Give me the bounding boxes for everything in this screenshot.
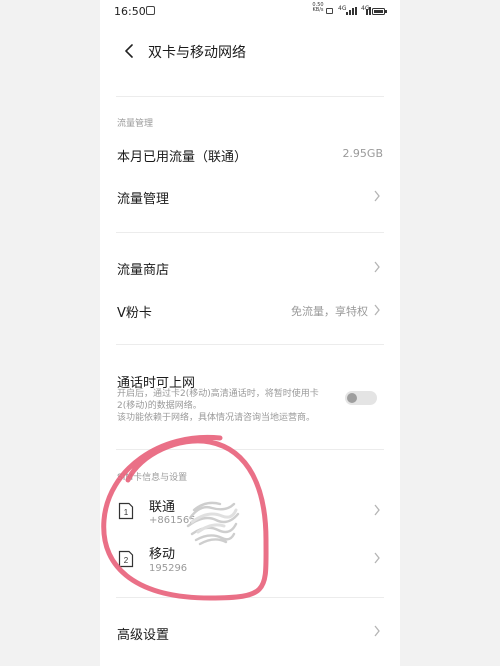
signal2-bars-icon — [366, 7, 371, 15]
divider — [116, 96, 384, 97]
call-internet-description: 开启后，通过卡2(移动)高清通话时，将暂时使用卡 2(移动)的数据网络。 该功能… — [117, 388, 342, 424]
chevron-right-icon — [374, 504, 380, 516]
chevron-right-icon — [374, 190, 380, 202]
chevron-right-icon — [374, 625, 380, 637]
divider — [116, 449, 384, 450]
desc-line: 该功能依赖于网络，具体情况请咨询当地运营商。 — [117, 413, 316, 423]
chevron-right-icon — [374, 552, 380, 564]
signal1-bars-icon — [346, 7, 358, 15]
sim-slot-number: 1 — [124, 508, 129, 517]
sim2-number: 195296 — [149, 563, 188, 574]
vcard-label[interactable]: V粉卡 — [117, 302, 152, 321]
header: 双卡与移动网络 — [100, 34, 400, 68]
divider — [116, 344, 384, 345]
data-usage-label[interactable]: 本月已用流量（联通） — [117, 146, 247, 165]
sim2-name[interactable]: 移动 — [149, 543, 175, 562]
background-right — [400, 0, 500, 666]
desc-line: 2(移动)的数据网络。 — [117, 401, 202, 411]
message-icon — [146, 6, 155, 15]
call-internet-toggle[interactable] — [345, 391, 377, 405]
page-title: 双卡与移动网络 — [148, 45, 246, 61]
background-left — [0, 0, 100, 666]
hd-icon — [326, 8, 333, 14]
phone-screen: 16:50 0.50 KB/s 4G 4G 双卡与移动网络 流量管理 本月已用流… — [100, 0, 400, 666]
desc-line: 开启后，通过卡2(移动)高清通话时，将暂时使用卡 — [117, 389, 319, 399]
chevron-right-icon — [374, 304, 380, 316]
net-speed: 0.50 KB/s — [311, 3, 325, 13]
data-usage-value: 2.95GB — [342, 147, 383, 160]
redaction-scribble — [186, 501, 240, 546]
status-time: 16:50 — [114, 5, 146, 18]
data-store-label[interactable]: 流量商店 — [117, 259, 169, 278]
section-label-sim: SIM卡信息与设置 — [117, 473, 188, 483]
section-label-data: 流量管理 — [117, 119, 154, 129]
divider — [116, 597, 384, 598]
data-manage-label[interactable]: 流量管理 — [117, 188, 169, 207]
annotation-circle — [101, 434, 269, 601]
sim-card-icon: 2 — [118, 550, 134, 568]
toggle-knob — [347, 393, 357, 403]
sim-card-icon: 1 — [118, 502, 134, 520]
vcard-value: 免流量，享特权 — [291, 305, 368, 318]
chevron-right-icon — [374, 261, 380, 273]
back-arrow-icon[interactable] — [120, 41, 140, 61]
battery-tip — [385, 10, 387, 13]
battery-icon — [372, 8, 385, 15]
nav-bar — [100, 658, 400, 666]
advanced-settings-label[interactable]: 高级设置 — [117, 624, 169, 643]
net-speed-unit: KB/s — [312, 7, 324, 13]
divider — [116, 232, 384, 233]
sim1-name[interactable]: 联通 — [149, 496, 175, 515]
sim-slot-number: 2 — [124, 556, 129, 565]
status-bar: 16:50 0.50 KB/s 4G 4G — [100, 0, 400, 24]
